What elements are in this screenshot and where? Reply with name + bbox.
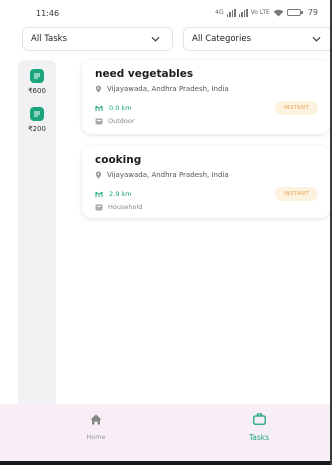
task-distance-text: 0.0 km xyxy=(109,104,132,112)
task-distance: 2.9 km xyxy=(95,190,132,198)
wifi-icon xyxy=(273,9,284,17)
tasks-filter-label: All Tasks xyxy=(31,34,68,44)
nav-tasks[interactable]: Tasks xyxy=(219,410,299,442)
categories-filter-label: All Categories xyxy=(192,34,252,44)
tasks-filter-dropdown[interactable]: All Tasks xyxy=(22,27,173,51)
task-icon xyxy=(30,69,44,83)
volte-label: Vo LTE xyxy=(250,9,270,16)
bottom-edge xyxy=(0,461,332,465)
task-distance-text: 2.9 km xyxy=(109,190,132,198)
task-card[interactable]: cooking Vijayawada, Andhra Pradesh, Indi… xyxy=(82,146,330,218)
task-category: Household xyxy=(95,203,142,211)
task-location-text: Vijayawada, Andhra Pradesh, India xyxy=(107,85,229,93)
task-distance: 0.0 km xyxy=(95,104,132,112)
task-category-text: Household xyxy=(108,203,143,211)
bottom-navigation: Home Tasks xyxy=(0,404,332,461)
distance-icon xyxy=(95,191,103,197)
instant-badge: INSTANT xyxy=(274,187,318,201)
location-pin-icon xyxy=(95,171,102,179)
category-icon xyxy=(95,204,103,210)
nav-home[interactable]: Home xyxy=(56,410,136,441)
instant-badge: INSTANT xyxy=(274,101,318,115)
briefcase-icon xyxy=(252,413,266,425)
status-icons: 4G Vo LTE 79 xyxy=(215,8,318,17)
signal-icon-2 xyxy=(238,8,248,17)
status-time: 11:46 xyxy=(36,9,60,18)
task-amount-sidebar: ₹600 ₹200 xyxy=(18,60,56,410)
task-icon xyxy=(30,107,44,121)
task-location-text: Vijayawada, Andhra Pradesh, India xyxy=(107,171,229,179)
nav-tasks-label: Tasks xyxy=(248,433,270,442)
sidebar-item-0[interactable]: ₹600 xyxy=(18,69,56,95)
task-location: Vijayawada, Andhra Pradesh, India xyxy=(95,85,229,93)
task-category-text: Outdoor xyxy=(108,117,135,125)
sidebar-item-1[interactable]: ₹200 xyxy=(18,107,56,133)
chevron-down-icon xyxy=(312,36,321,42)
network-type-label: 4G xyxy=(215,9,224,16)
chevron-down-icon xyxy=(151,36,160,42)
home-icon xyxy=(90,414,102,425)
task-card[interactable]: need vegetables Vijayawada, Andhra Prade… xyxy=(82,60,330,134)
battery-icon xyxy=(286,9,303,16)
task-category: Outdoor xyxy=(95,117,135,125)
category-icon xyxy=(95,118,103,124)
task-title: need vegetables xyxy=(95,68,194,80)
status-bar: 11:46 4G Vo LTE 79 xyxy=(0,0,332,26)
distance-icon xyxy=(95,105,103,111)
categories-filter-dropdown[interactable]: All Categories xyxy=(183,27,332,51)
sidebar-amount: ₹200 xyxy=(28,125,46,133)
signal-icon xyxy=(226,8,236,17)
nav-home-label: Home xyxy=(86,433,106,441)
location-pin-icon xyxy=(95,85,102,93)
battery-percent: 79 xyxy=(307,8,318,17)
sidebar-amount: ₹600 xyxy=(28,87,46,95)
task-title: cooking xyxy=(95,154,142,166)
task-location: Vijayawada, Andhra Pradesh, India xyxy=(95,171,229,179)
